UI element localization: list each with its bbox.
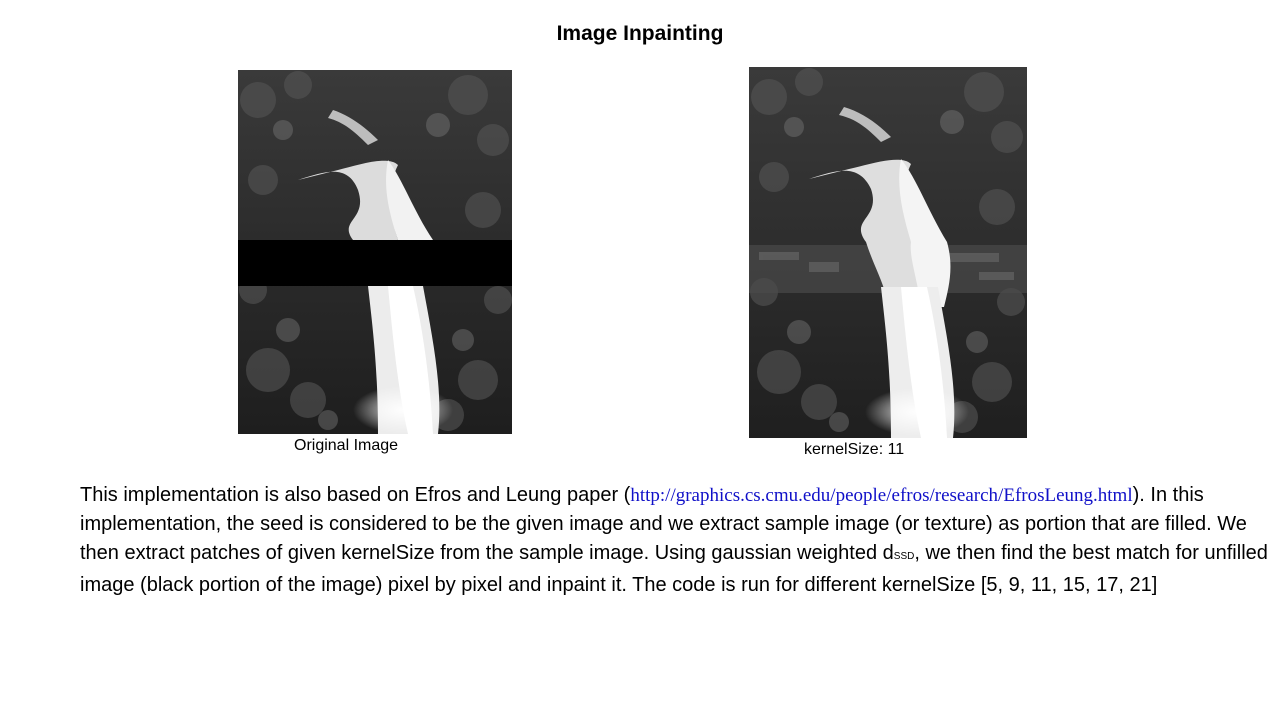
original-image-caption: Original Image xyxy=(294,437,399,454)
efros-leung-link[interactable]: http://graphics.cs.cmu.edu/people/efros/… xyxy=(630,485,1132,506)
description-intro: This implementation is also based on Efr… xyxy=(80,484,631,506)
description-text: This implementation is also based on Efr… xyxy=(80,481,1270,600)
description-intro-end: ). xyxy=(1132,484,1145,506)
inpainted-image xyxy=(749,67,1027,438)
inpainted-image-caption: kernelSize: 11 xyxy=(804,441,905,458)
ssd-subscript: SSD xyxy=(893,551,915,562)
slide-title: Image Inpainting xyxy=(556,22,724,45)
original-image xyxy=(238,70,512,434)
slide: Image Inpainting Original Image kernelSi… xyxy=(0,0,1280,720)
